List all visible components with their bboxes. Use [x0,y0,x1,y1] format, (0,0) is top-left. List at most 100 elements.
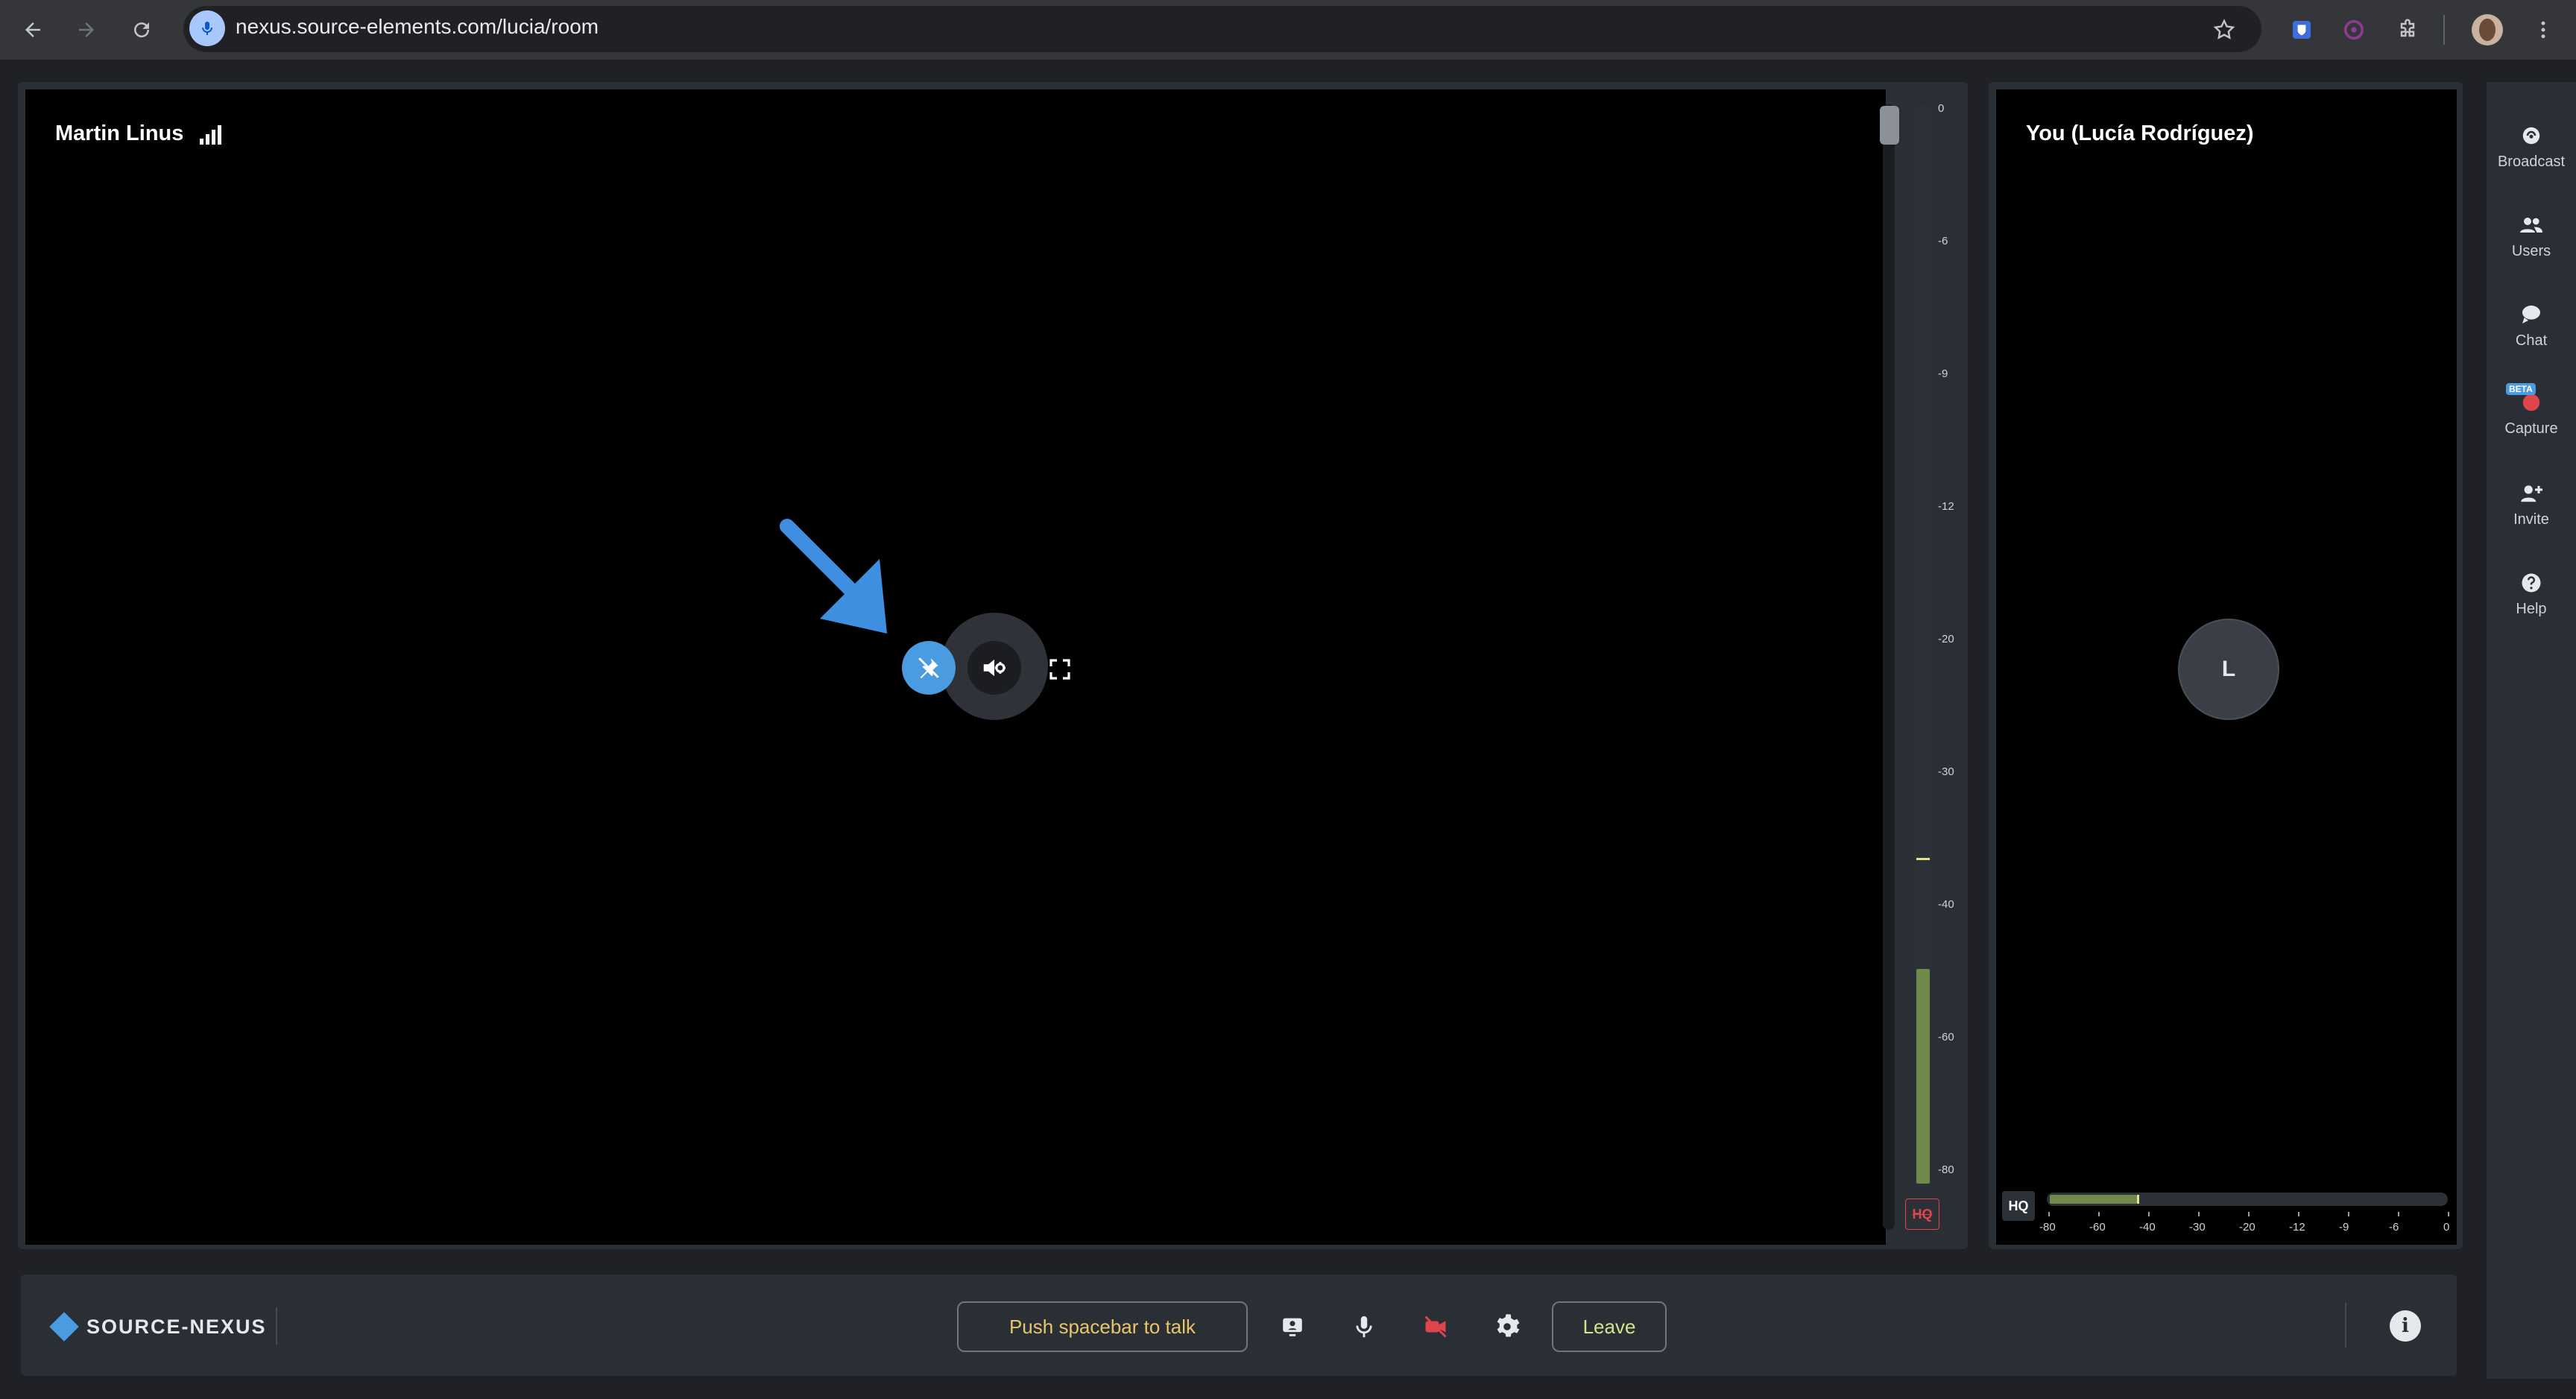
chat-icon [2518,301,2545,328]
camera-button[interactable] [1418,1309,1453,1345]
remote-meter-tick: 0 [1938,102,1945,115]
fullscreen-button[interactable] [1044,653,1076,686]
local-meter-tick: -12 [2289,1221,2305,1234]
kebab-icon [2541,21,2545,39]
unpin-button[interactable] [902,641,956,695]
speaker-settings-icon [983,659,1006,677]
screen-share-button[interactable] [1275,1309,1310,1345]
capture-icon: BETA [2506,383,2545,416]
camera-off-icon [1424,1316,1447,1338]
profile-avatar[interactable] [2472,14,2503,45]
local-meter-tick: -30 [2189,1221,2206,1234]
audio-settings-button[interactable] [967,641,1021,695]
local-level-fill [2050,1195,2137,1204]
local-meter-tick: 0 [2443,1221,2450,1234]
arrow-right-icon [79,22,94,37]
forward-button[interactable] [70,13,103,46]
local-avatar: L [2178,619,2279,720]
microphone-icon [202,22,212,35]
remote-meter-tick: -30 [1938,765,1954,778]
local-meter-tick: -80 [2039,1221,2056,1234]
bookmark-button[interactable] [2208,13,2241,46]
local-meter-tick: -6 [2389,1221,2399,1234]
remote-meter-tick: -9 [1938,367,1948,380]
local-participant-name: You (Lucía Rodríguez) [2026,121,2254,145]
volume-slider-track[interactable] [1883,104,1895,1230]
local-meter-tick-mark [2198,1212,2200,1216]
sidebar-item-label: Users [2511,243,2551,259]
right-sidebar [2487,82,2576,1379]
remote-meter-tick: -6 [1938,235,1948,247]
remote-hq-badge[interactable]: HQ [1905,1199,1939,1230]
screen-share-icon [1283,1318,1302,1336]
sidebar-item-label: Capture [2504,420,2558,437]
local-meter-tick: -40 [2139,1221,2156,1234]
sidebar-item-chat[interactable]: Chat [2490,301,2572,350]
bottombar-divider-right [2345,1303,2346,1348]
annotation-arrow-icon [775,514,902,645]
sidebar-item-broadcast[interactable]: Broadcast [2490,122,2572,171]
extension-button[interactable] [2337,13,2370,46]
info-icon[interactable]: i [2390,1310,2421,1342]
gear-icon [1497,1314,1520,1337]
star-icon [2213,19,2235,40]
local-meter-tick-mark [2398,1212,2399,1216]
signal-bars-icon [198,124,225,150]
remote-peak-marker [1916,858,1930,860]
local-meter-tick: -60 [2089,1221,2106,1234]
remote-participant-name: Martin Linus [55,121,184,145]
remote-meter-tick: -80 [1938,1163,1954,1176]
shield-icon [2293,21,2311,39]
browser-toolbar: nexus.source-elements.com/lucia/room [0,0,2576,60]
extensions-menu-button[interactable] [2391,13,2424,46]
invite-icon [2518,480,2545,507]
back-button[interactable] [16,13,49,46]
sidebar-item-label: Broadcast [2497,154,2566,170]
beta-badge: BETA [2506,383,2536,395]
local-level-meter [2047,1193,2448,1206]
brand-name: SOURCE-NEXUS [86,1316,267,1338]
remote-level-meter [1914,104,1932,1188]
local-meter-tick-mark [2048,1212,2050,1216]
local-peak-marker [2137,1195,2139,1204]
remote-meter-tick: -12 [1938,500,1954,513]
help-icon [2518,569,2545,596]
push-to-talk-button[interactable]: Push spacebar to talk [957,1301,1248,1352]
volume-slider-handle[interactable] [1880,106,1899,145]
settings-button[interactable] [1489,1309,1525,1345]
remote-meter-tick: -40 [1938,898,1954,911]
microphone-button[interactable] [1346,1309,1382,1345]
users-icon [2518,212,2545,239]
local-meter-tick-mark [2148,1212,2150,1216]
local-meter-tick: -9 [2339,1221,2349,1234]
flower-icon [2343,19,2364,40]
arrow-left-icon [25,22,40,37]
remote-level-fill [1916,969,1930,1184]
broadcast-icon [2518,122,2545,149]
leave-button[interactable]: Leave [1552,1301,1667,1352]
toolbar-divider [2443,15,2445,45]
sidebar-item-label: Help [2516,601,2547,617]
site-permission-button[interactable] [189,10,225,46]
local-meter-tick-mark [2298,1212,2299,1216]
sidebar-item-invite[interactable]: Invite [2490,480,2572,528]
sidebar-item-capture[interactable]: BETA Capture [2490,383,2572,438]
local-meter-tick: -20 [2239,1221,2255,1234]
sidebar-item-help[interactable]: Help [2490,569,2572,618]
remote-meter-tick: -60 [1938,1031,1954,1043]
local-meter-tick-mark [2448,1212,2449,1216]
local-hq-badge[interactable]: HQ [2002,1191,2035,1221]
sidebar-item-users[interactable]: Users [2490,212,2572,260]
fullscreen-icon [1049,659,1070,680]
local-meter-tick-mark [2348,1212,2349,1216]
url-text[interactable]: nexus.source-elements.com/lucia/room [236,15,599,39]
local-meter-tick-mark [2248,1212,2250,1216]
remote-meter-tick: -20 [1938,633,1954,645]
reload-icon [134,22,150,38]
sidebar-item-label: Chat [2515,332,2548,349]
bottombar-divider [276,1307,277,1345]
extension-bitwarden-button[interactable] [2285,13,2318,46]
microphone-icon [1356,1316,1372,1338]
browser-menu-button[interactable] [2527,13,2560,46]
reload-button[interactable] [125,13,158,46]
